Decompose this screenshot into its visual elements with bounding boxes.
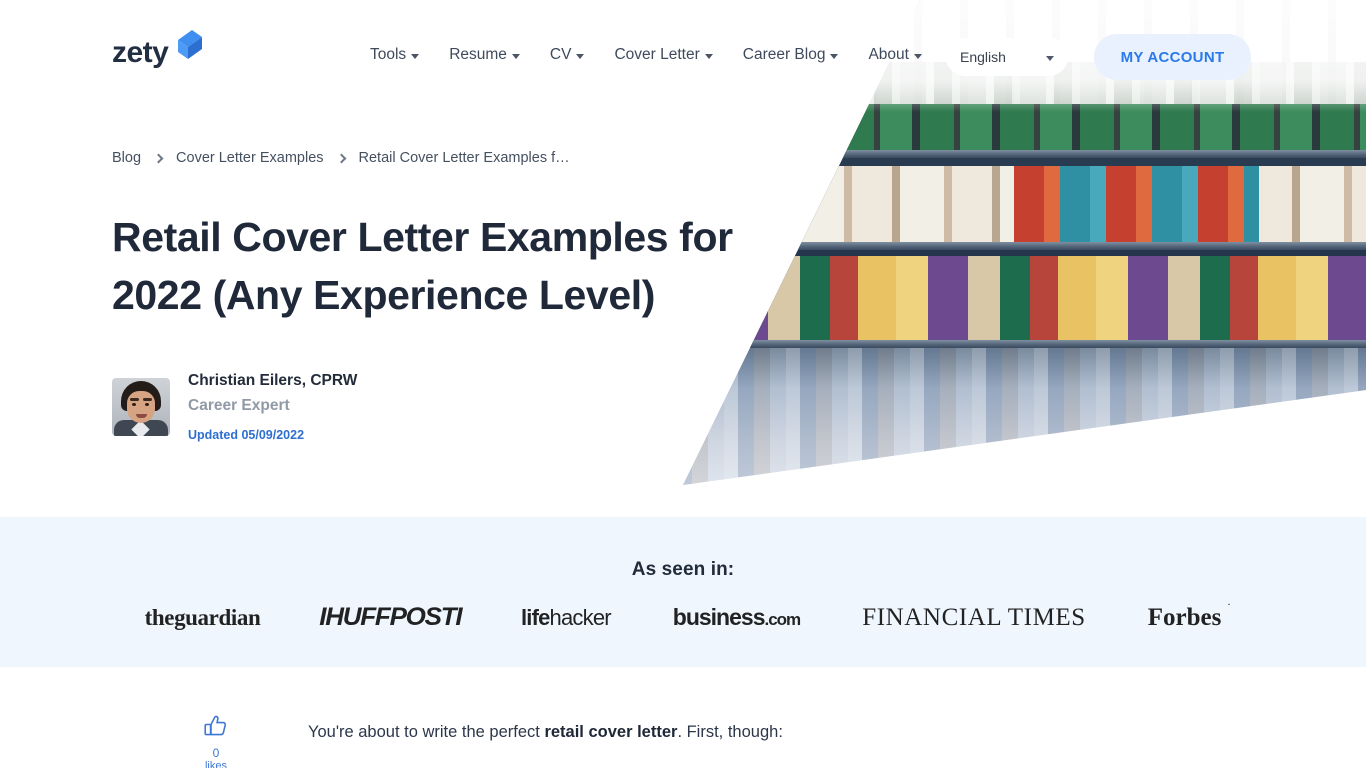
nav-item-resume[interactable]: Resume [449,46,520,64]
press-logo-list: theguardian IHUFFPOSTI lifehacker busine… [0,596,1366,632]
registered-mark-icon: . [1227,595,1231,608]
logo-text: zety [112,36,169,69]
as-seen-in-section: As seen in: theguardian IHUFFPOSTI lifeh… [0,517,1366,667]
press-logo-theguardian: theguardian [144,604,261,630]
author-meta: Christian Eilers, CPRW Career Expert Upd… [188,372,357,442]
chevron-down-icon [830,54,839,59]
author-name: Christian Eilers, CPRW [188,372,358,390]
page-root: zety Tools Resume CV Cover Letter Career… [0,0,1366,768]
site-logo[interactable]: zety [112,30,206,69]
zety-arrow-logo [172,28,206,62]
language-selector[interactable]: English [946,38,1068,76]
press-logo-business-com: business.com [672,604,802,631]
press-logo-forbes-text: Forbes [1147,603,1222,631]
press-logo-business-bold: business [672,604,766,630]
nav-label: Tools [370,46,407,63]
nav-item-cv[interactable]: CV [550,46,585,64]
lead-text-bold: retail cover letter [544,723,678,741]
lead-paragraph: You're about to write the perfect retail… [308,720,783,746]
my-account-label: MY ACCOUNT [1120,48,1225,66]
language-value: English [960,49,1006,65]
page-title: Retail Cover Letter Examples for 2022 (A… [112,214,733,319]
breadcrumb-item-cover-letter-examples[interactable]: Cover Letter Examples [176,150,323,166]
chevron-down-icon [576,54,585,59]
main-nav: Tools Resume CV Cover Letter Career Blog… [370,46,922,64]
my-account-button[interactable]: MY ACCOUNT [1094,34,1251,80]
author-block: Christian Eilers, CPRW Career Expert Upd… [112,372,772,442]
nav-item-cover-letter[interactable]: Cover Letter [614,46,713,64]
press-logo-business-tld: .com [764,610,802,629]
nav-label: CV [549,46,572,63]
author-role: Career Expert [188,397,290,415]
breadcrumb-item-current: Retail Cover Letter Examples f… [358,150,570,166]
press-logo-financial-times: FINANCIAL TIMES [862,603,1086,631]
nav-label: Cover Letter [614,46,700,63]
like-count: 0 [212,746,220,760]
chevron-down-icon [704,54,713,59]
press-logo-lifehacker-bold: life [520,604,550,630]
avatar [112,378,170,437]
as-seen-in-title: As seen in: [631,559,735,580]
nav-item-tools[interactable]: Tools [370,46,420,64]
updated-date: Updated 05/09/2022 [188,428,305,443]
chevron-down-icon [411,54,420,59]
article-header: Blog Cover Letter Examples Retail Cover … [112,150,772,442]
press-logo-forbes: Forbes. [1147,596,1231,632]
thumbs-up-icon[interactable] [203,715,229,742]
breadcrumb-item-blog[interactable]: Blog [112,150,141,166]
like-widget[interactable]: 0 likes [196,714,236,768]
press-logo-lifehacker-light: hacker [549,604,612,630]
chevron-down-icon [913,54,922,59]
site-header: zety Tools Resume CV Cover Letter Career… [0,0,1366,113]
nav-item-about[interactable]: About [868,46,922,64]
chevron-right-icon [153,153,164,163]
press-logo-huffpost: IHUFFPOSTI [319,603,463,631]
nav-label: About [868,46,909,63]
nav-label: Resume [449,46,507,63]
breadcrumb: Blog Cover Letter Examples Retail Cover … [112,150,772,166]
like-label: likes [204,760,227,768]
chevron-down-icon [511,54,520,59]
press-logo-lifehacker: lifehacker [520,604,612,631]
lead-text-before: You're about to write the perfect [308,723,545,741]
chevron-down-icon [1046,56,1054,61]
chevron-right-icon [336,153,346,163]
nav-label: Career Blog [742,46,826,63]
nav-item-career-blog[interactable]: Career Blog [743,46,839,64]
lead-text-after: . First, though: [677,723,783,741]
